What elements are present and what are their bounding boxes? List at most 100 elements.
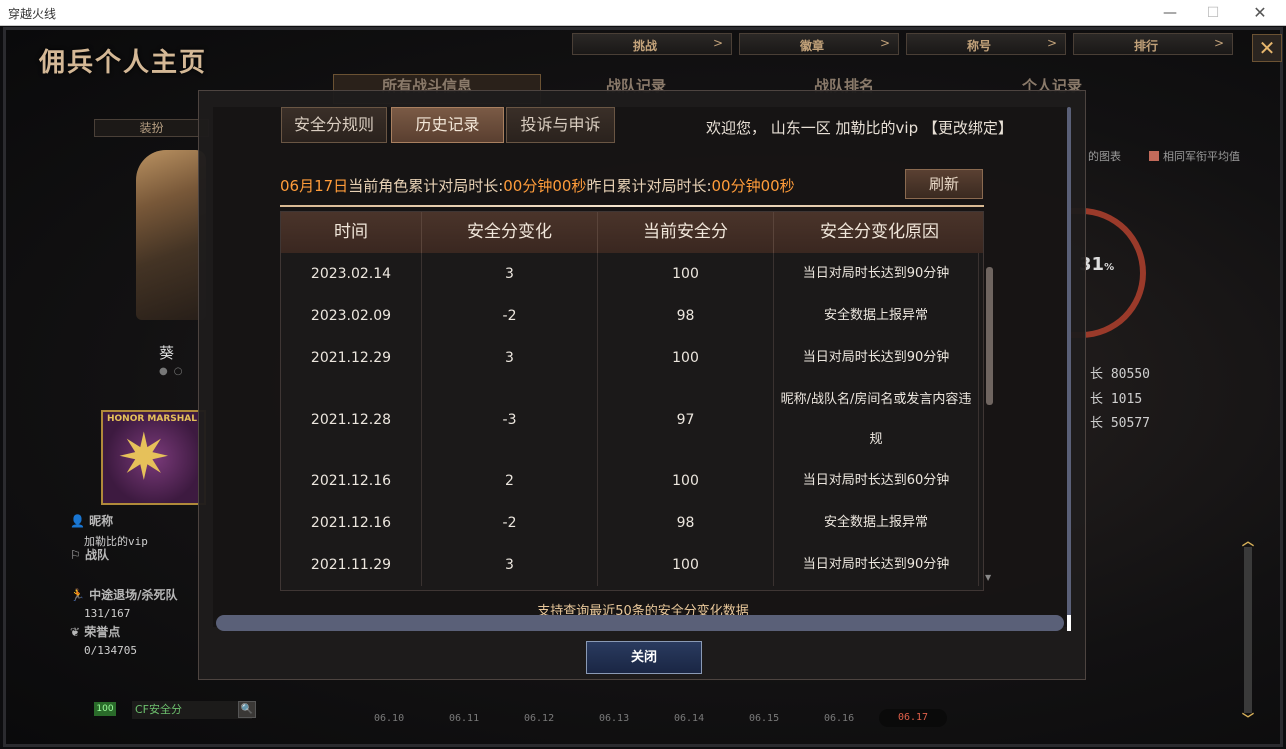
cf-score-bar: 100 CF安全分 🔍 (92, 700, 302, 720)
cell-change: 3 (422, 544, 598, 586)
stat-prefix: 长 (1090, 416, 1104, 431)
quit-kill-value: 131/167 (84, 607, 131, 620)
stat-2: 长 1015 (1090, 388, 1142, 407)
tab-security-rules[interactable]: 安全分规则 (281, 107, 387, 143)
info-yesterday-value: 00分钟00秒 (711, 177, 795, 195)
cell-reason: 当日对局时长达到60分钟 (774, 460, 979, 502)
col-reason: 安全分变化原因 (820, 222, 939, 242)
date-tick[interactable]: 06.12 (524, 713, 554, 724)
cell-date: 2023.02.14 (281, 253, 422, 295)
cell-change: 3 (422, 337, 598, 379)
quit-kill-block: 🏃 中途退场/杀死队 131/167 (70, 586, 178, 620)
stat-1: 长 80550 (1090, 363, 1150, 382)
cell-reason: 当日对局时长达到90分钟 (774, 544, 979, 586)
cell-score: 98 (598, 502, 774, 544)
table-row: 2021.12.16 -2 98 安全数据上报异常 (281, 502, 983, 544)
history-table: 时间 安全分变化 当前安全分 安全分变化原因 2023.02.14 3 100 … (280, 211, 984, 591)
carousel-dots[interactable]: ●○ (159, 366, 188, 377)
cell-reason: 安全数据上报异常 (774, 502, 979, 544)
table-row: 2021.12.29 3 100 当日对局时长达到90分钟 (281, 337, 983, 379)
info-date: 06月17日 (280, 177, 349, 195)
outfit-button[interactable]: 装扮 (94, 119, 209, 137)
stat-value: 1015 (1110, 392, 1143, 407)
star-icon: ✷ (117, 421, 171, 495)
table-scrollbar[interactable]: ▼ (984, 251, 994, 591)
scroll-up-icon[interactable]: ︿ (1240, 535, 1256, 547)
team-icon: ⚐ (70, 548, 81, 562)
cell-change: -2 (422, 502, 598, 544)
tab-complaint[interactable]: 投诉与申诉 (506, 107, 615, 143)
legend-swatch (1149, 151, 1159, 161)
date-tick[interactable]: 06.11 (449, 713, 479, 724)
scroll-down-icon[interactable]: ﹀ (1240, 713, 1256, 725)
cf-score-label[interactable]: CF安全分 (132, 701, 252, 719)
col-change: 安全分变化 (422, 212, 598, 253)
search-icon[interactable]: 🔍 (238, 701, 256, 718)
side-scrollbar[interactable]: ︿ ﹀ (1240, 535, 1256, 725)
minimize-button[interactable]: — (1150, 2, 1190, 24)
cell-score: 97 (598, 379, 774, 460)
cell-reason: 当日对局时长达到90分钟 (774, 337, 979, 379)
window-titlebar: 穿越火线 — ☐ ✕ (0, 0, 1286, 26)
table-scroll-thumb[interactable] (986, 267, 993, 405)
date-tick[interactable]: 06.13 (599, 713, 629, 724)
topnav-rank[interactable]: 排行 > (1073, 33, 1233, 55)
nickname-block: 👤 昵称 加勒比的vip (70, 512, 148, 549)
info-yesterday-label: 昨日累计对局时长: (586, 177, 712, 195)
chevron-right-icon: > (1046, 36, 1057, 50)
divider (280, 205, 984, 207)
date-tick[interactable]: 06.10 (374, 713, 404, 724)
horizontal-scrollbar[interactable] (216, 615, 1064, 631)
character-image (136, 150, 206, 320)
cell-date: 2021.12.28 (281, 379, 422, 460)
table-header: 时间 安全分变化 当前安全分 安全分变化原因 (281, 212, 983, 253)
tab-history[interactable]: 历史记录 (391, 107, 504, 143)
cell-score: 100 (598, 460, 774, 502)
welcome-message: 欢迎您， 山东一区 加勒比的vip (706, 119, 919, 137)
cell-date: 2023.02.09 (281, 295, 422, 337)
window-close-button[interactable]: ✕ (1240, 2, 1280, 24)
date-tick[interactable]: 06.14 (674, 713, 704, 724)
vertical-scrollbar[interactable] (1067, 107, 1071, 631)
table-row: 2023.02.14 3 100 当日对局时长达到90分钟 (281, 253, 983, 295)
cell-change: 2 (422, 460, 598, 502)
legend-chart: 的图表 (1088, 150, 1121, 163)
maximize-button[interactable]: ☐ (1193, 2, 1233, 24)
cell-change: -2 (422, 295, 598, 337)
scroll-down-icon[interactable]: ▼ (985, 573, 991, 582)
cell-date: 2021.12.16 (281, 502, 422, 544)
col-time: 时间 (281, 212, 422, 253)
legend-average: 相同军衔平均值 (1149, 148, 1240, 164)
date-tick[interactable]: 06.16 (824, 713, 854, 724)
cell-change: -3 (422, 379, 598, 460)
table-row: 2021.12.16 2 100 当日对局时长达到60分钟 (281, 460, 983, 502)
stat-value: 80550 (1110, 367, 1150, 382)
welcome-text: 欢迎您， 山东一区 加勒比的vip 【更改绑定】 (706, 117, 1013, 138)
character-name: 葵 (159, 344, 175, 362)
chevron-right-icon: > (879, 36, 890, 50)
team-label: 战队 (84, 548, 109, 562)
stat-prefix: 长 (1090, 392, 1104, 407)
topnav-challenge[interactable]: 挑战 > (572, 33, 732, 55)
topnav-badge[interactable]: 徽章 > (739, 33, 899, 55)
scroll-track[interactable] (1244, 547, 1252, 713)
refresh-button[interactable]: 刷新 (905, 169, 983, 199)
rebind-link[interactable]: 【更改绑定】 (923, 119, 1013, 137)
cell-score: 100 (598, 253, 774, 295)
user-icon: 👤 (70, 514, 85, 528)
legend-average-label: 相同军衔平均值 (1163, 150, 1240, 163)
chevron-right-icon: > (712, 36, 723, 50)
run-icon: 🏃 (70, 588, 85, 602)
topnav-label: 称号 (967, 39, 992, 53)
cell-score: 98 (598, 295, 774, 337)
cf-score-number: 100 (94, 702, 116, 716)
topnav-title[interactable]: 称号 > (906, 33, 1066, 55)
game-close-button[interactable]: ✕ (1252, 34, 1282, 62)
cell-score: 100 (598, 544, 774, 586)
date-tick[interactable]: 06.15 (749, 713, 779, 724)
cell-date: 2021.11.29 (281, 544, 422, 586)
date-tick-active[interactable]: 06.17 (879, 709, 947, 727)
scrollbar-corner (1067, 615, 1071, 631)
cell-date: 2021.12.29 (281, 337, 422, 379)
dialog-close-button[interactable]: 关闭 (586, 641, 702, 674)
